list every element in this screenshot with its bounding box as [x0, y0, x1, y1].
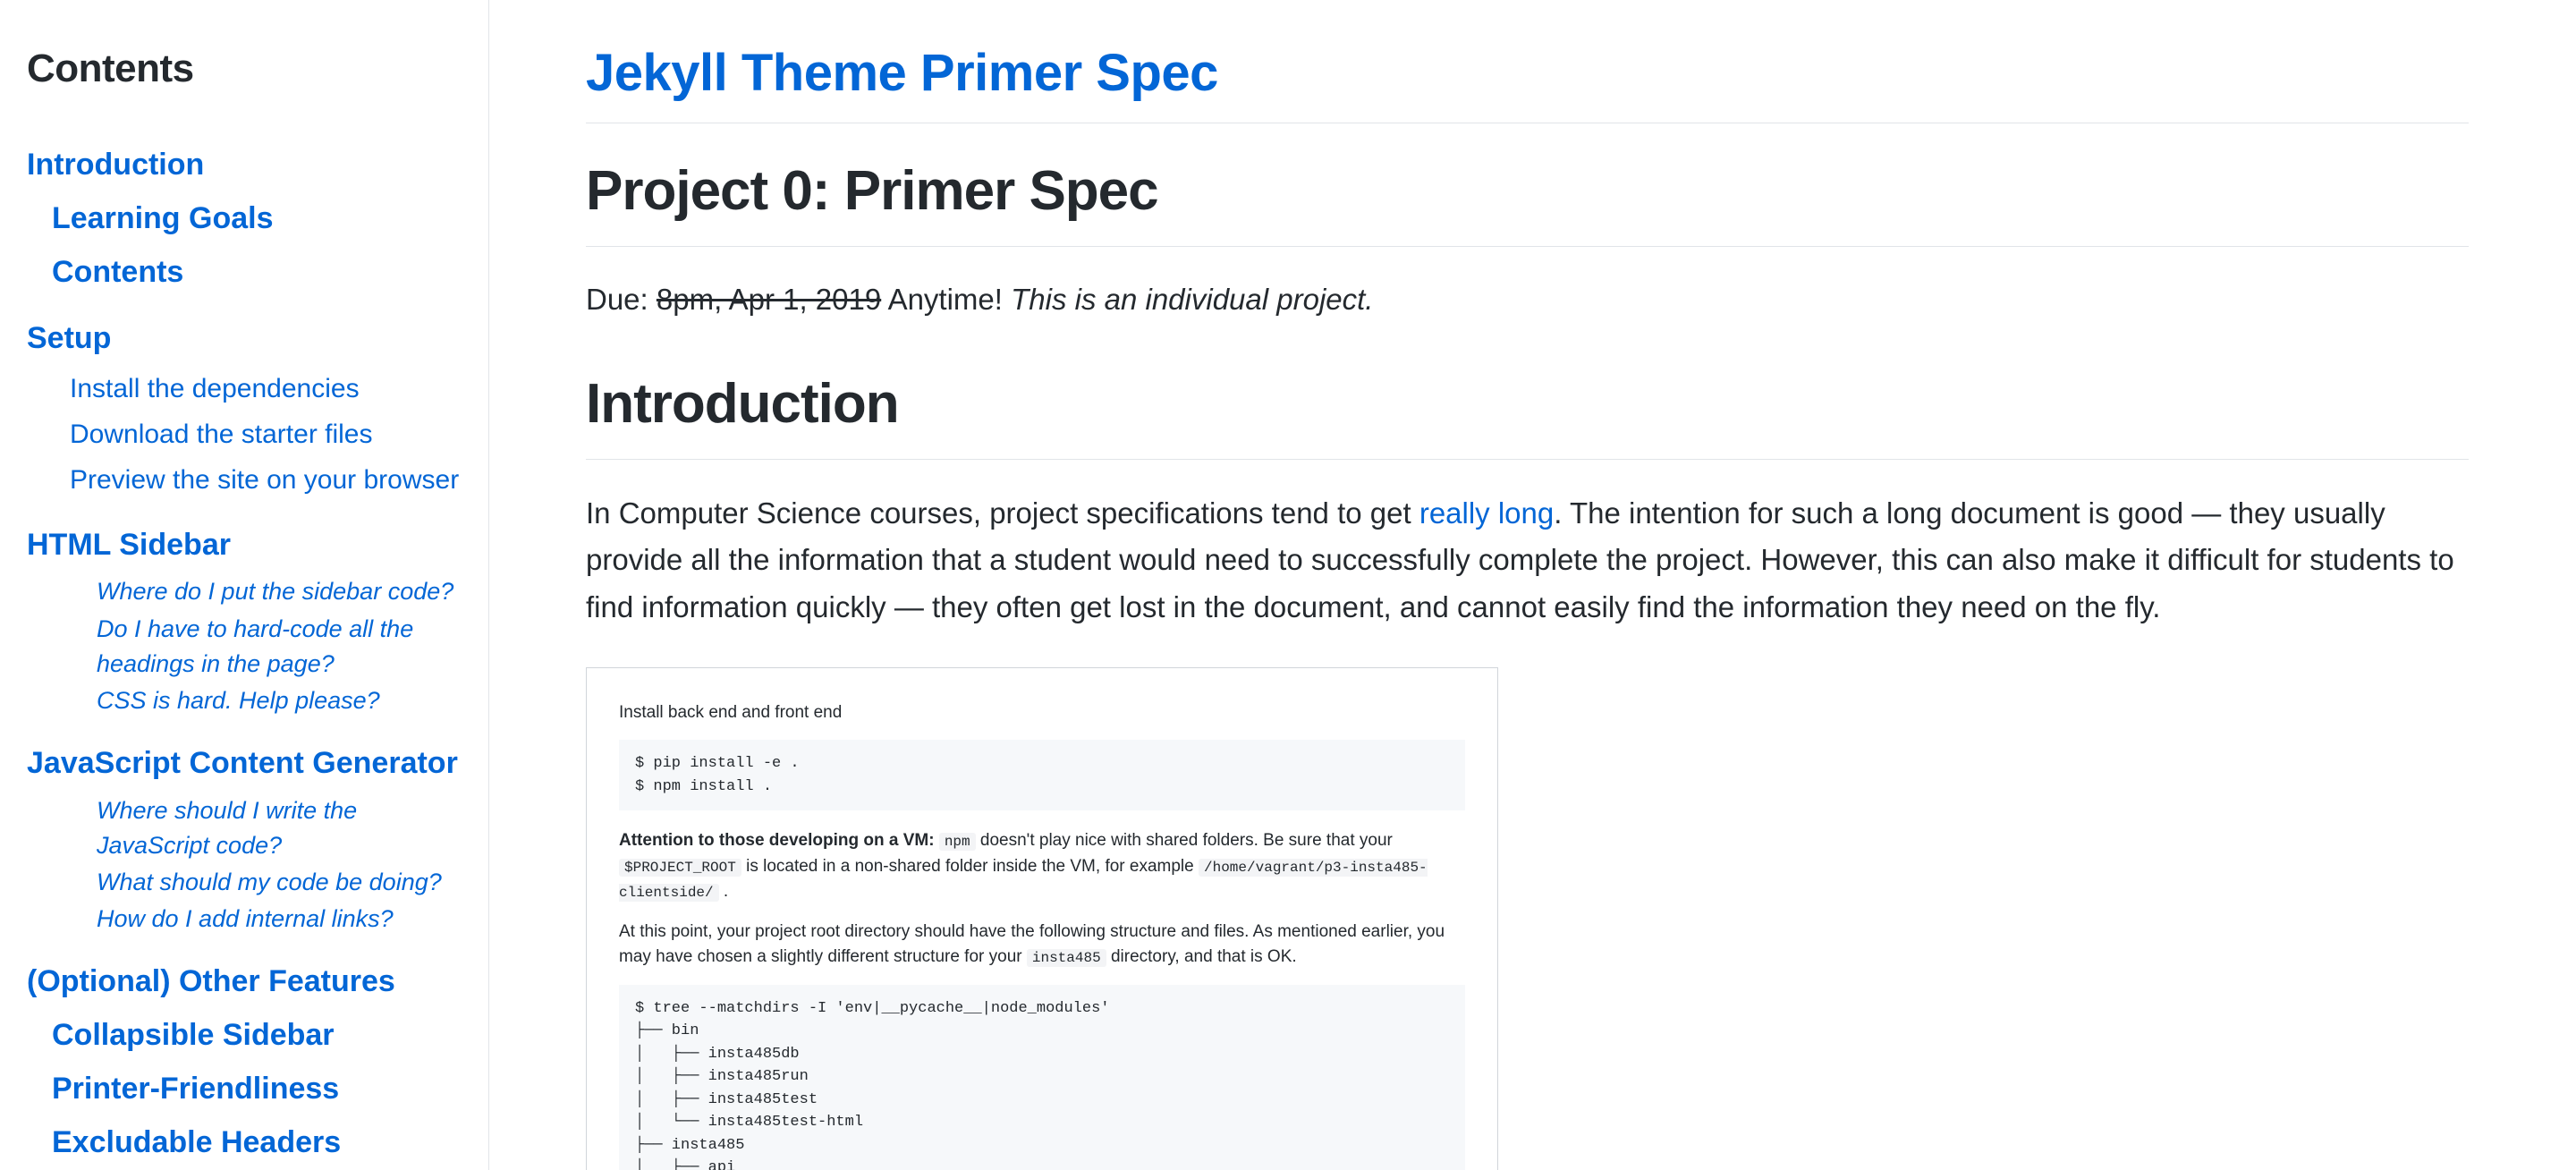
card-code1: $ pip install -e . $ npm install . [619, 740, 1465, 810]
toc-link-introduction[interactable]: Introduction [27, 145, 462, 186]
intro-paragraph: In Computer Science courses, project spe… [586, 490, 2469, 632]
toc-link-learning-goals[interactable]: Learning Goals [52, 199, 462, 240]
toc-link-contents[interactable]: Contents [52, 252, 462, 293]
section-introduction: Introduction [586, 372, 2469, 436]
code-npm: npm [939, 833, 976, 851]
card-line1: Install back end and front end [619, 700, 1465, 726]
toc-link-sidebar-where[interactable]: Where do I put the sidebar code? [97, 574, 462, 609]
divider [586, 459, 2469, 460]
card-attention: Attention to those developing on a VM: n… [619, 828, 1465, 905]
card-tree: $ tree --matchdirs -I 'env|__pycache__|n… [619, 985, 1465, 1170]
code-project-root: $PROJECT_ROOT [619, 859, 741, 877]
toc-link-js-doing[interactable]: What should my code be doing? [97, 865, 462, 900]
toc-link-preview-browser[interactable]: Preview the site on your browser [70, 460, 462, 500]
site-title-link[interactable]: Jekyll Theme Primer Spec [586, 43, 2469, 103]
toc-link-sidebar-css[interactable]: CSS is hard. Help please? [97, 683, 462, 718]
due-struck: 8pm, Apr 1, 2019 [657, 283, 881, 316]
due-line: Due: 8pm, Apr 1, 2019 Anytime! This is a… [586, 277, 2469, 322]
toc-link-js-where[interactable]: Where should I write the JavaScript code… [97, 793, 462, 863]
toc-link-html-sidebar[interactable]: HTML Sidebar [27, 525, 462, 566]
toc-link-collapsible-sidebar[interactable]: Collapsible Sidebar [52, 1015, 462, 1056]
card-attn-bold: Attention to those developing on a VM: [619, 831, 935, 850]
due-note: This is an individual project. [1011, 283, 1373, 316]
intro-pre: In Computer Science courses, project spe… [586, 496, 1419, 530]
divider [586, 246, 2469, 247]
toc-link-excludable-headers[interactable]: Excludable Headers [52, 1123, 462, 1164]
sidebar-title: Contents [27, 47, 462, 91]
sidebar: Contents Introduction Learning Goals Con… [0, 0, 489, 1170]
toc-link-download-starter[interactable]: Download the starter files [70, 414, 462, 454]
embedded-screenshot: Install back end and front end $ pip ins… [586, 667, 1498, 1170]
code-insta485: insta485 [1027, 949, 1106, 967]
card-para2: At this point, your project root directo… [619, 920, 1465, 971]
really-long-link[interactable]: really long [1419, 496, 1554, 530]
toc-link-printer-friendliness[interactable]: Printer-Friendliness [52, 1069, 462, 1110]
toc-link-optional-features[interactable]: (Optional) Other Features [27, 962, 462, 1003]
toc-link-js-internal[interactable]: How do I add internal links? [97, 902, 462, 937]
toc-link-setup[interactable]: Setup [27, 318, 462, 360]
due-prefix: Due: [586, 283, 657, 316]
page-title: Project 0: Primer Spec [586, 159, 2469, 223]
main-content: Jekyll Theme Primer Spec Project 0: Prim… [489, 0, 2576, 1170]
toc-link-sidebar-hardcode[interactable]: Do I have to hard-code all the headings … [97, 612, 462, 682]
toc-link-js-generator[interactable]: JavaScript Content Generator [27, 743, 462, 784]
toc-link-install-dependencies[interactable]: Install the dependencies [70, 369, 462, 409]
due-replacement: Anytime! [881, 283, 1011, 316]
